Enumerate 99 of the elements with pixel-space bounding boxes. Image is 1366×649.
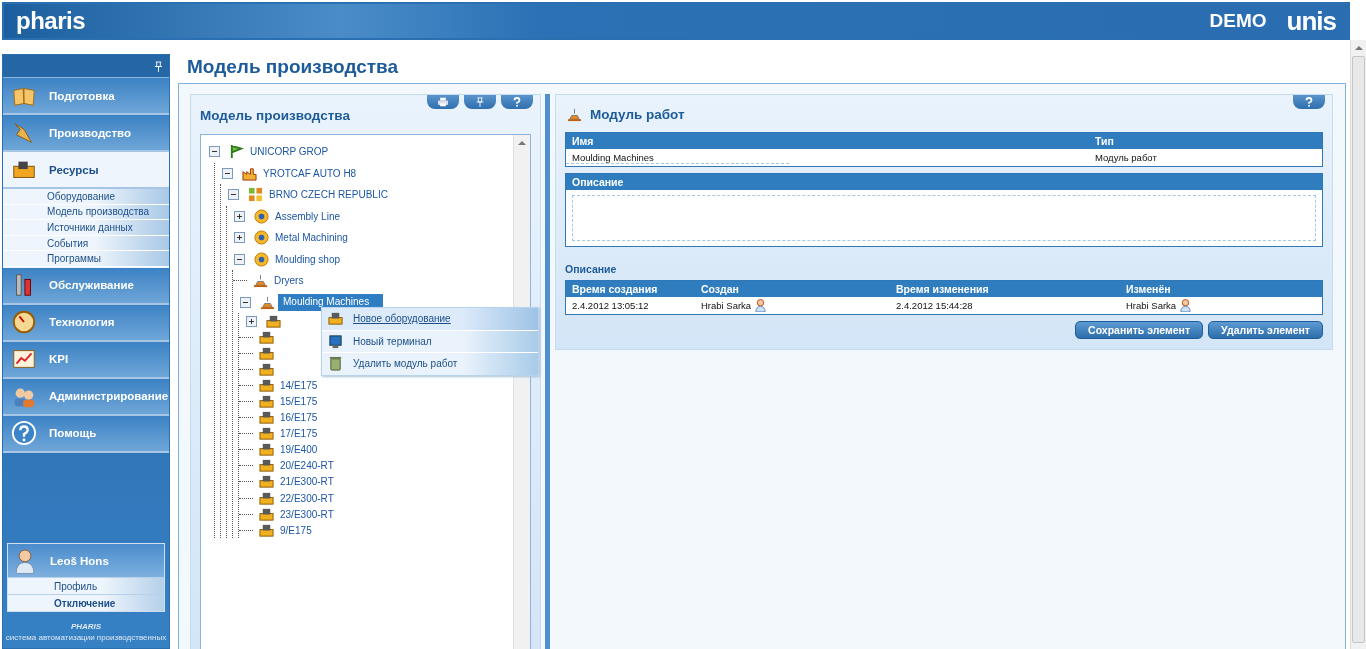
machine-icon <box>259 426 274 442</box>
machine-icon <box>259 506 274 522</box>
collapse-toggle[interactable] <box>228 189 239 201</box>
help-icon <box>11 420 37 447</box>
machine-icon <box>259 410 274 426</box>
tree-item[interactable]: 21/E300-RT <box>277 475 337 489</box>
tree-item[interactable]: UNICORP GROP <box>247 145 332 159</box>
machine-icon <box>266 313 281 329</box>
tree-item[interactable]: Dryers <box>271 274 307 288</box>
machine-icon <box>259 377 274 393</box>
action-button[interactable]: Удалить элемент <box>1208 321 1323 339</box>
section-label: Описание <box>565 262 618 277</box>
collapse-toggle[interactable] <box>234 253 245 265</box>
help-icon <box>1304 97 1314 107</box>
panel-title: Модуль работ <box>590 107 685 122</box>
user-link[interactable]: Отключение <box>8 594 164 611</box>
expand-toggle[interactable] <box>246 315 257 327</box>
panel-title: Модель производства <box>200 108 350 123</box>
collapse-toggle[interactable] <box>240 296 251 308</box>
pin-icon <box>475 97 485 107</box>
tree-item[interactable]: 9/E175 <box>277 523 315 537</box>
table-cell-text: Модуль работ <box>1094 152 1158 163</box>
pin-button[interactable] <box>464 95 496 109</box>
collapse-toggle[interactable] <box>209 146 220 158</box>
column-header: Изменён <box>1125 283 1172 295</box>
brand-logo: unis <box>1286 5 1336 37</box>
action-button[interactable]: Сохранить элемент <box>1075 321 1204 339</box>
machine-icon <box>259 345 274 361</box>
cone-icon <box>253 273 268 289</box>
user-avatar-icon <box>14 546 36 575</box>
tree-item[interactable]: BRNO CZECH REPUBLIC <box>266 188 391 202</box>
tree-item[interactable]: 17/E175 <box>277 427 321 441</box>
monitor-icon <box>328 333 343 349</box>
machine-icon <box>259 522 274 538</box>
machine-icon <box>259 490 274 506</box>
table-cell: Moulding Machines <box>566 151 789 164</box>
nav-subitem[interactable]: Оборудование <box>3 189 169 205</box>
table-cell-text: 2.4.2012 15:44:28 <box>895 300 973 311</box>
help-button[interactable] <box>501 95 533 109</box>
tree-item[interactable]: 15/E175 <box>277 395 321 408</box>
menu-item[interactable]: Удалить модуль работ <box>322 353 538 375</box>
page-scrollbar[interactable] <box>1350 40 1366 649</box>
footer-logo: PHARIS <box>70 622 102 631</box>
gear-icon <box>254 208 269 224</box>
footer-tagline: система автоматизации производственных <box>5 633 167 642</box>
tree-item[interactable]: 23/E300-RT <box>277 507 337 521</box>
user-link[interactable]: Профиль <box>8 577 164 594</box>
column-header: Время изменения <box>895 283 990 295</box>
column-header: Имя <box>571 135 595 147</box>
tree-item[interactable]: 19/E400 <box>277 443 321 457</box>
help-button[interactable] <box>1293 95 1325 109</box>
nav-subitem[interactable]: Источники данных <box>3 220 169 236</box>
cone-icon <box>260 294 275 310</box>
machine-icon <box>259 474 274 490</box>
machine-icon <box>259 394 274 409</box>
tree-item[interactable]: 16/E175 <box>277 411 321 425</box>
tree-item[interactable]: 20/E240-RT <box>277 459 337 473</box>
tree-item[interactable]: YROTCAF AUTO H8 <box>260 166 360 180</box>
logo[interactable]: pharis <box>16 7 86 35</box>
trash-icon <box>328 356 343 372</box>
gauge-icon <box>11 309 37 336</box>
collapse-toggle[interactable] <box>222 167 233 179</box>
machine-icon <box>259 329 274 345</box>
machine-icon <box>259 442 274 458</box>
menu-item[interactable]: Новое оборудование <box>322 308 538 331</box>
column-header: Создан <box>700 283 740 295</box>
tree-item[interactable]: Metal Machining <box>272 231 351 245</box>
table-cell-text: Hrabi Sarka <box>1125 300 1177 311</box>
print-button[interactable] <box>427 95 459 109</box>
demo-label: DEMO <box>1209 10 1267 32</box>
cone-icon <box>567 107 582 122</box>
tree-item[interactable]: 14/E175 <box>277 378 321 392</box>
table-cell-text: 2.4.2012 13:05:12 <box>571 300 649 311</box>
gear-icon <box>254 230 269 246</box>
description-field[interactable] <box>572 195 1316 241</box>
printer-icon <box>438 97 448 107</box>
page-title: Модель производства <box>186 55 400 79</box>
tree-item[interactable]: Assembly Line <box>272 209 344 223</box>
machine-icon <box>259 361 274 377</box>
expand-toggle[interactable] <box>234 232 245 244</box>
tree-item[interactable]: Moulding shop <box>272 252 344 266</box>
pin-icon[interactable] <box>154 60 163 72</box>
gear-icon <box>254 251 269 267</box>
table-cell-text: Hrabi Sarka <box>700 300 752 311</box>
menu-item[interactable]: Новый терминал <box>322 330 538 353</box>
column-header: Время создания <box>571 283 659 295</box>
nav-item[interactable]: Ресурсы <box>3 152 169 189</box>
expand-toggle[interactable] <box>234 210 245 222</box>
machine-icon <box>259 458 274 474</box>
user-name: Leoš Hons <box>50 554 109 567</box>
column-header: Тип <box>1094 135 1115 147</box>
machine-icon <box>328 311 343 327</box>
help-icon <box>512 97 522 107</box>
nav-subitem[interactable]: Программы <box>3 251 169 267</box>
factory-icon <box>242 165 257 181</box>
flag-icon <box>229 144 244 160</box>
building-icon <box>248 187 263 203</box>
tree-item[interactable]: 22/E300-RT <box>277 491 337 505</box>
section-header: Описание <box>571 176 625 188</box>
